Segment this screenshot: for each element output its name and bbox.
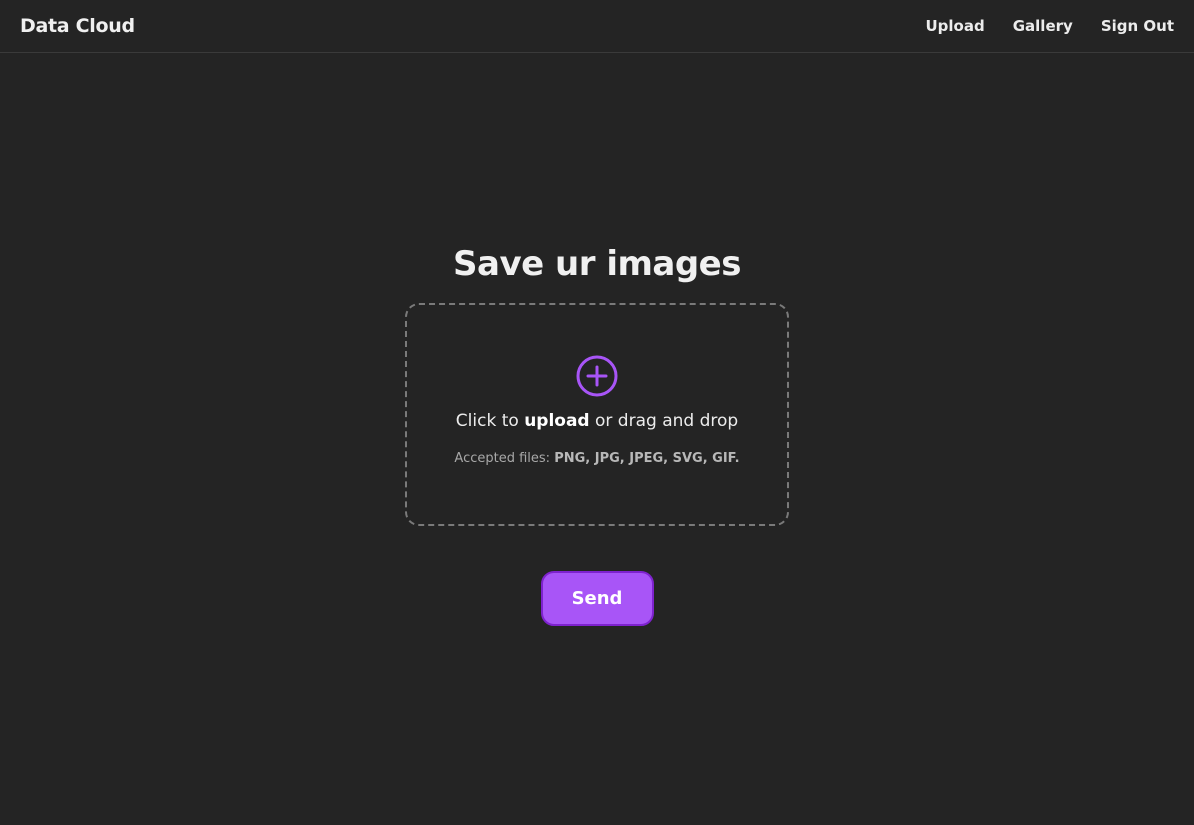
nav-gallery-link[interactable]: Gallery <box>1013 17 1073 35</box>
plus-circle-icon <box>576 355 618 397</box>
nav-upload-link[interactable]: Upload <box>926 17 985 35</box>
upload-dropzone[interactable]: Click to upload or drag and drop Accepte… <box>405 303 789 526</box>
dropzone-upload-action: upload <box>524 411 590 431</box>
brand-logo[interactable]: Data Cloud <box>20 15 135 37</box>
nav-sign-out-link[interactable]: Sign Out <box>1101 17 1174 35</box>
dropzone-suffix: or drag and drop <box>589 411 739 431</box>
accepted-files-note: Accepted files: PNG, JPG, JPEG, SVG, GIF… <box>454 451 739 466</box>
page-title: Save ur images <box>453 244 741 284</box>
main-content: Save ur images Click to upload or drag a… <box>0 53 1194 626</box>
send-button[interactable]: Send <box>540 571 654 626</box>
nav-links: Upload Gallery Sign Out <box>926 17 1175 35</box>
accepted-file-types: PNG, JPG, JPEG, SVG, GIF. <box>554 451 740 466</box>
navbar: Data Cloud Upload Gallery Sign Out <box>0 0 1194 53</box>
accepted-files-label: Accepted files: <box>454 451 555 466</box>
dropzone-instructions: Click to upload or drag and drop <box>456 411 738 431</box>
dropzone-prefix: Click to <box>455 411 525 431</box>
